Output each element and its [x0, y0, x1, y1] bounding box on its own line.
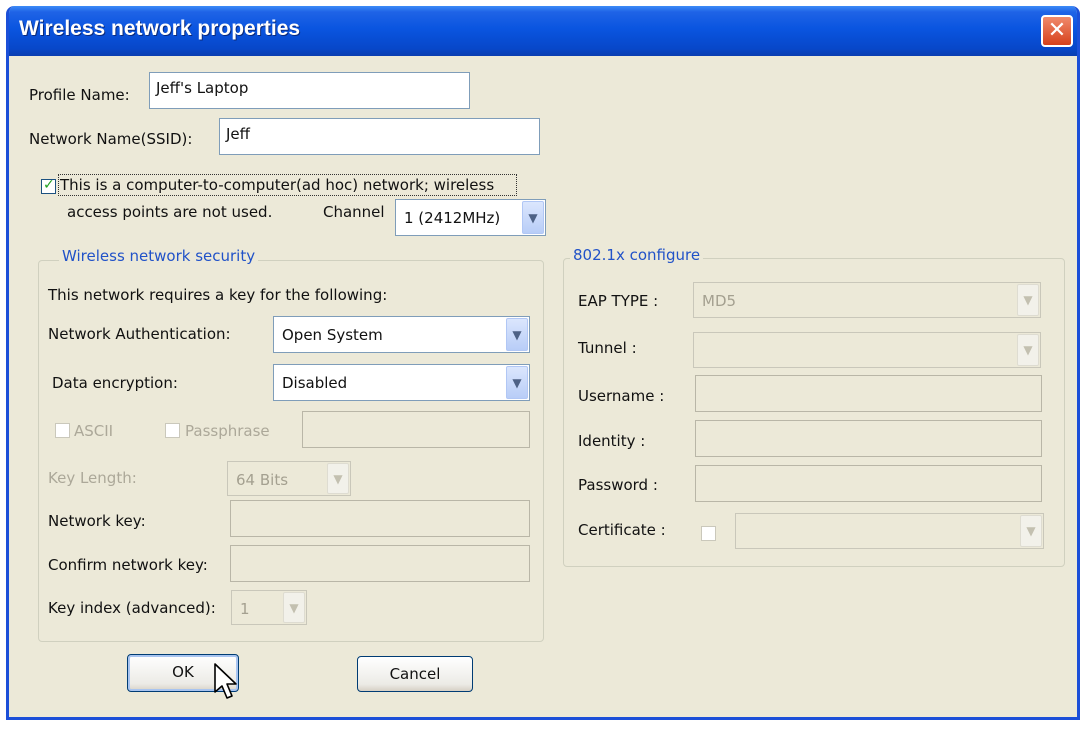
eap-type-select[interactable]: MD5 ▼ [693, 282, 1041, 318]
channel-value: 1 (2412MHz) [404, 209, 501, 227]
passphrase-checkbox[interactable] [165, 423, 180, 438]
identity-label: Identity : [578, 432, 646, 450]
chevron-down-icon[interactable]: ▼ [522, 201, 544, 234]
eap-type-value: MD5 [702, 292, 737, 310]
key-index-value: 1 [240, 600, 250, 618]
channel-select[interactable]: 1 (2412MHz) ▼ [395, 199, 546, 236]
tunnel-label: Tunnel : [578, 339, 637, 357]
chevron-down-icon[interactable]: ▼ [1017, 284, 1039, 316]
auth-select[interactable]: Open System ▼ [273, 316, 530, 353]
ssid-label: Network Name(SSID): [29, 130, 193, 148]
network-key-label: Network key: [48, 512, 146, 530]
security-intro: This network requires a key for the foll… [48, 286, 388, 304]
network-key-input[interactable] [230, 500, 530, 537]
chevron-down-icon[interactable]: ▼ [1020, 515, 1042, 547]
auth-value: Open System [282, 326, 383, 344]
key-index-label: Key index (advanced): [48, 599, 216, 617]
ssid-input[interactable]: Jeff [219, 118, 540, 155]
key-length-value: 64 Bits [236, 471, 289, 489]
eap-type-label: EAP TYPE : [578, 292, 659, 310]
auth-label: Network Authentication: [48, 325, 231, 343]
confirm-key-input[interactable] [230, 545, 530, 582]
passphrase-label: Passphrase [185, 422, 270, 440]
encryption-label: Data encryption: [52, 374, 178, 392]
ok-button-label: OK [172, 663, 194, 681]
chevron-down-icon[interactable]: ▼ [506, 318, 528, 351]
profile-name-input[interactable]: Jeff's Laptop [149, 72, 470, 109]
username-input[interactable] [695, 375, 1042, 412]
ascii-label: ASCII [74, 422, 114, 440]
identity-input[interactable] [695, 420, 1042, 457]
tunnel-select[interactable]: ▼ [693, 332, 1041, 368]
key-length-select[interactable]: 64 Bits ▼ [227, 461, 351, 496]
security-group-title: Wireless network security [59, 247, 259, 265]
ascii-checkbox[interactable] [55, 423, 70, 438]
encryption-value: Disabled [282, 374, 348, 392]
chevron-down-icon[interactable]: ▼ [506, 366, 528, 399]
dot1x-group-title: 802.1x configure [570, 246, 704, 264]
dialog-window: Wireless network properties ✕ Profile Na… [6, 6, 1080, 720]
cancel-button[interactable]: Cancel [357, 656, 473, 692]
password-label: Password : [578, 476, 658, 494]
password-input[interactable] [695, 465, 1042, 502]
close-icon: ✕ [1047, 18, 1067, 43]
profile-name-label: Profile Name: [29, 86, 130, 104]
key-index-select[interactable]: 1 ▼ [231, 590, 307, 625]
title-bar[interactable]: Wireless network properties ✕ [9, 6, 1077, 56]
cancel-button-label: Cancel [389, 665, 441, 683]
adhoc-label-line2: access points are not used. [67, 203, 273, 221]
window-title: Wireless network properties [19, 17, 301, 40]
confirm-key-label: Confirm network key: [48, 556, 208, 574]
passphrase-input[interactable] [302, 411, 530, 448]
chevron-down-icon[interactable]: ▼ [327, 463, 349, 494]
adhoc-checkbox[interactable] [41, 177, 56, 194]
username-label: Username : [578, 387, 665, 405]
mouse-pointer-icon [214, 663, 237, 699]
chevron-down-icon[interactable]: ▼ [283, 592, 305, 623]
certificate-label: Certificate : [578, 521, 666, 539]
channel-label: Channel [323, 203, 385, 221]
certificate-checkbox[interactable] [701, 526, 716, 541]
close-button[interactable]: ✕ [1041, 15, 1073, 47]
encryption-select[interactable]: Disabled ▼ [273, 364, 530, 401]
key-length-label: Key Length: [48, 469, 137, 487]
chevron-down-icon[interactable]: ▼ [1017, 334, 1039, 366]
certificate-select[interactable]: ▼ [735, 513, 1044, 549]
adhoc-label-line1[interactable]: This is a computer-to-computer(ad hoc) n… [60, 176, 494, 194]
